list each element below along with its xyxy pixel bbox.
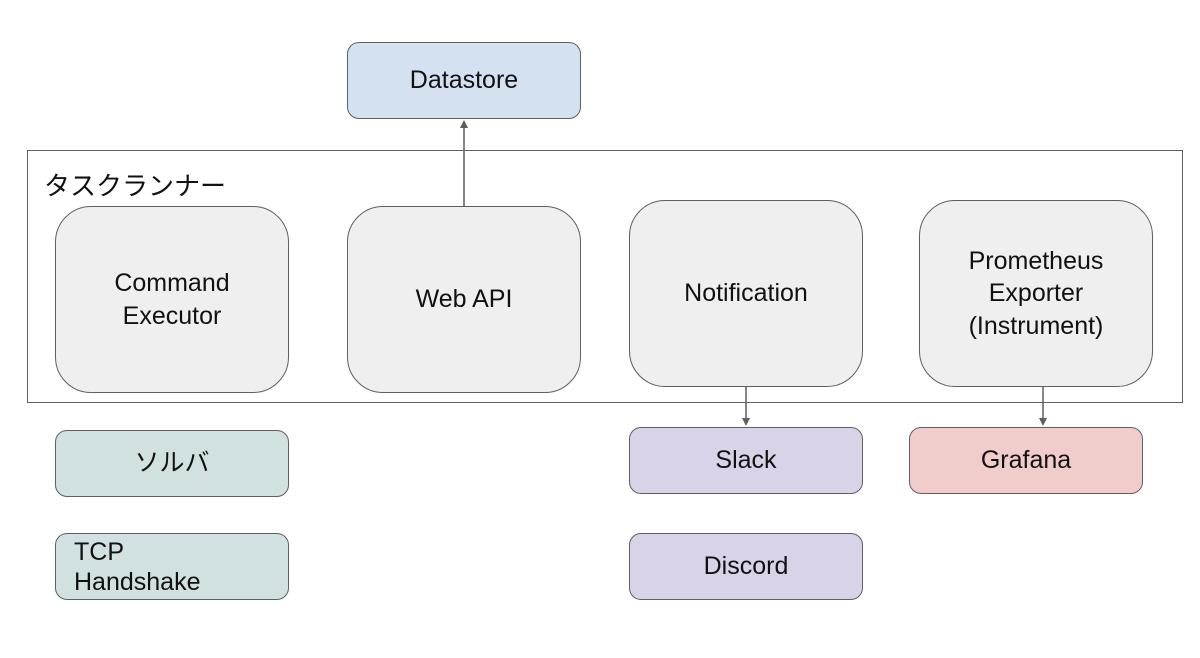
connector-arrows: [460, 120, 1047, 426]
